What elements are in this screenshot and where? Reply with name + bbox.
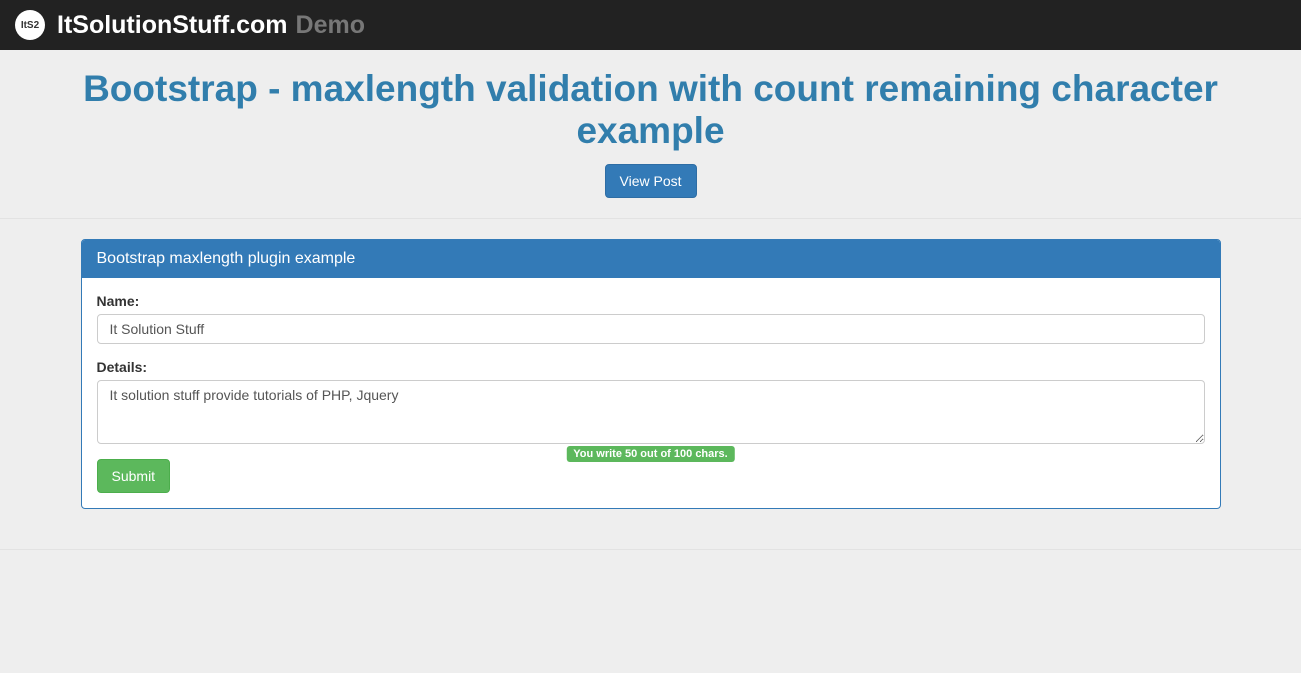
brand-name[interactable]: ItSolutionStuff.com: [57, 11, 288, 40]
divider: [0, 218, 1301, 219]
panel-body: Name: Details: You write 50 out of 100 c…: [82, 278, 1220, 508]
panel-heading: Bootstrap maxlength plugin example: [82, 240, 1220, 278]
name-label: Name:: [97, 293, 1205, 309]
details-label: Details:: [97, 359, 1205, 375]
panel: Bootstrap maxlength plugin example Name:…: [81, 239, 1221, 509]
char-counter-badge: You write 50 out of 100 chars.: [566, 446, 734, 462]
navbar: ItS2 ItSolutionStuff.com Demo: [0, 0, 1301, 50]
page-title: Bootstrap - maxlength validation with co…: [0, 68, 1301, 152]
view-post-button[interactable]: View Post: [605, 164, 697, 198]
brand-logo[interactable]: ItS2: [15, 10, 45, 40]
details-textarea[interactable]: [97, 380, 1205, 444]
name-input[interactable]: [97, 314, 1205, 344]
submit-button[interactable]: Submit: [97, 459, 171, 493]
demo-label: Demo: [296, 11, 365, 40]
divider-2: [0, 549, 1301, 550]
